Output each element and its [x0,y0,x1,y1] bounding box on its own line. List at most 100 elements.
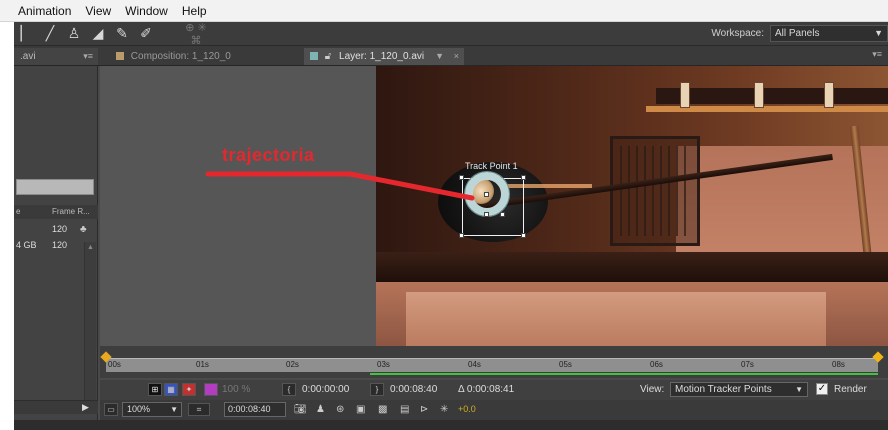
in-time[interactable]: 0:00:00:00 [302,384,349,395]
track-point-label: Track Point 1 [465,161,518,171]
play-arrow-icon[interactable]: ▶ [82,402,89,413]
tick-label: 05s [559,360,572,369]
menu-window[interactable]: Window [125,4,168,18]
pixel-aspect-icon[interactable]: ⊳ [420,404,428,415]
project-footer: ▶ [14,400,98,414]
transparency-icon[interactable]: ▩ [378,404,387,415]
viewer-controls-secondary: ▭ 100% ▼ ⌗ 0:00:08:40 📷︎ ♟ ⊛ ▣ ▩ ▤ ⊳ ✳ +… [100,400,888,420]
layer-dropdown-icon[interactable]: ▼ [435,48,444,65]
menu-bar: Animation View Window Help [0,0,888,22]
render-checkbox[interactable]: ✓ [816,383,828,395]
clamp [824,82,834,108]
row-frame-rate: 120 [52,224,68,234]
exposure-icon[interactable]: ✳ [440,404,448,415]
track-handle[interactable] [459,175,464,180]
chevron-down-icon: ▼ [874,28,883,38]
zoom-value: 100% [127,404,151,414]
lock-icon[interactable]: 🔓︎ [325,51,331,62]
row-size: 4 GB [16,240,37,250]
column-frame-rate[interactable]: Frame R... [52,207,90,216]
mask-icon[interactable] [204,383,218,396]
menu-view[interactable]: View [85,4,111,18]
puppet-options-icon[interactable]: ⊕ ✳ ⌘ [184,21,208,47]
mark-in-icon[interactable]: ⊞ [148,383,162,396]
view-value: Motion Tracker Points [675,384,772,395]
tick-label: 02s [286,360,299,369]
tab-project[interactable]: .avi ▾≡ [14,48,98,65]
panel-menu-icon[interactable]: ▾≡ [83,48,93,65]
percent-value: 100 % [222,384,251,395]
tick-label: 03s [377,360,390,369]
track-handle[interactable] [521,233,526,238]
channels-icon[interactable]: ⊛ [336,404,344,415]
clone-stamp-tool-icon[interactable]: ♙ [62,25,86,42]
status-bar [14,420,888,430]
exposure-value[interactable]: +0.0 [458,404,476,414]
region-of-interest-icon[interactable]: ⌗ [188,403,210,416]
menu-animation[interactable]: Animation [18,4,71,18]
tools-panel: ▏ ╱ ♙ ◢ ✎ ✐ ⊕ ✳ ⌘ Workspace: All Panels … [14,21,888,47]
show-snapshot-icon[interactable]: ♟ [316,404,325,415]
project-panel: e Frame R... 120 ♣ 4 GB 120 ▲ ▼ ▶ [14,66,98,430]
track-handle[interactable] [459,233,464,238]
transparency-grid-icon[interactable]: ✦ [182,383,196,396]
track-handle[interactable] [500,212,505,217]
roto-brush-tool-icon[interactable]: ✎ [110,25,134,42]
brush-tool-icon[interactable]: ╱ [38,25,62,42]
set-out-icon[interactable]: } [370,383,384,396]
magnification-select[interactable]: 100% ▼ [122,402,182,417]
eraser-tool-icon[interactable]: ◢ [86,25,110,42]
column-size[interactable]: e [16,207,20,216]
project-column-header: e Frame R... [14,205,98,219]
tick-label: 01s [196,360,209,369]
work-area-bar[interactable] [370,373,878,375]
tab-composition[interactable]: Composition: 1_120_0 [110,48,290,65]
project-search-input[interactable] [16,179,94,195]
workspace-label: Workspace: [711,28,764,39]
render-label: Render [834,384,867,395]
tick-label: 08s [832,360,845,369]
time-ruler[interactable]: 00s 01s 02s 03s 04s 05s 06s 07s 08s [100,346,888,378]
close-icon[interactable]: × [454,48,459,65]
track-handle[interactable] [484,212,489,217]
time-ticks[interactable]: 00s 01s 02s 03s 04s 05s 06s 07s 08s [106,358,878,372]
scroll-up-icon[interactable]: ▲ [87,244,94,251]
project-tab-label: .avi [20,51,36,62]
chevron-down-icon: ▼ [170,405,178,414]
out-time[interactable]: 0:00:08:40 [390,384,437,395]
tick-label: 00s [108,360,121,369]
top-rail [656,88,888,104]
puppet-pin-tool-icon[interactable]: ✐ [134,25,158,42]
workspace-value: All Panels [775,28,820,39]
layer-tab-label: Layer: 1_120_0.avi [339,51,425,62]
set-in-icon[interactable]: { [282,383,296,396]
workspace-select[interactable]: All Panels ▼ [770,25,888,42]
tick-label: 06s [650,360,663,369]
tab-layer[interactable]: 🔓︎ Layer: 1_120_0.avi ▼ × [304,48,464,65]
hand-divider-icon: ▏ [20,25,32,41]
current-time-field[interactable]: 0:00:08:40 [224,402,286,417]
tick-label: 04s [468,360,481,369]
viewer-panel-menu-icon[interactable]: ▾≡ [872,49,882,60]
track-handle[interactable] [521,175,526,180]
always-preview-icon[interactable]: ▭ [104,403,118,416]
view-select[interactable]: Motion Tracker Points ▼ [670,382,808,397]
flowchart-icon[interactable]: ♣ [80,224,87,235]
color-channel-icon[interactable]: ▦ [164,383,178,396]
composition-icon [116,52,124,60]
layer-icon [310,52,318,60]
workspace-switcher: Workspace: All Panels ▼ [711,25,888,42]
track-attach-point[interactable] [484,192,489,197]
table-front [406,292,826,352]
menu-help[interactable]: Help [182,4,207,18]
resolution-icon[interactable]: ▣ [356,404,365,415]
clamp [680,82,690,108]
project-scrollbar[interactable]: ▲ ▼ [84,242,96,412]
duration: Δ 0:00:08:41 [458,384,515,395]
panel-tab-bar: .avi ▾≡ Composition: 1_120_0 🔓︎ Layer: 1… [14,46,888,66]
camera-icon[interactable]: 📷︎ [294,404,307,415]
tick-label: 07s [741,360,754,369]
fast-preview-icon[interactable]: ▤ [400,404,409,415]
project-row[interactable]: 120 ♣ [14,222,98,236]
shelf-edge [376,252,888,282]
